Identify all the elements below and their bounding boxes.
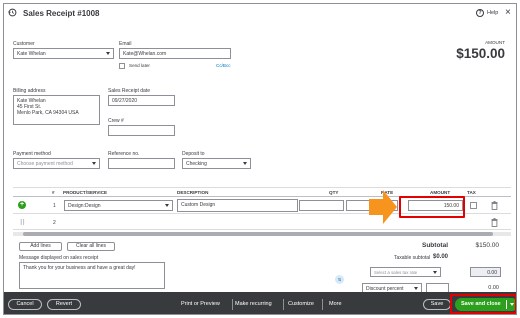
email-label: Email xyxy=(119,41,132,47)
crew-field[interactable] xyxy=(108,125,175,136)
qty-field[interactable] xyxy=(299,200,344,211)
row-number: 1 xyxy=(53,203,56,209)
description-cell[interactable] xyxy=(177,218,298,227)
customer-select[interactable]: Kate Whelan xyxy=(13,48,114,59)
help-icon[interactable]: ? xyxy=(476,9,484,17)
add-row-icon[interactable]: + xyxy=(18,201,26,209)
col-num: # xyxy=(52,190,55,195)
save-button[interactable]: Save xyxy=(423,299,451,310)
footer-bar: Cancel Revert Print or Preview Make recu… xyxy=(4,292,516,314)
add-lines-button[interactable]: Add lines xyxy=(19,242,62,251)
chevron-down-icon xyxy=(165,204,169,207)
footer-divider xyxy=(232,299,233,310)
make-recurring-button[interactable]: Make recurring xyxy=(235,301,272,307)
deposit-value: Checking xyxy=(186,161,207,167)
receipt-date-field[interactable]: 09/27/2020 xyxy=(108,95,175,106)
orange-arrow-icon xyxy=(369,190,397,224)
message-label: Message displayed on sales receipt xyxy=(19,255,99,261)
row-number: 2 xyxy=(53,220,56,226)
chevron-down-icon xyxy=(414,287,418,290)
chevron-down-icon xyxy=(106,52,110,55)
chevron-down-icon xyxy=(92,162,96,165)
receipt-date-label: Sales Receipt date xyxy=(108,88,150,94)
description-value: Custom Design xyxy=(181,202,216,208)
receipt-date-value: 09/27/2020 xyxy=(112,98,138,104)
cancel-button[interactable]: Cancel xyxy=(8,299,42,310)
product-select[interactable]: Design:Design xyxy=(64,200,173,211)
chevron-down-icon xyxy=(243,162,247,165)
taxable-subtotal-label: Taxable subtotal xyxy=(394,255,431,261)
billing-line-3: Menlo Park, CA 94304 USA xyxy=(17,110,79,116)
col-qty: QTY xyxy=(329,190,339,195)
drag-handle-icon[interactable] xyxy=(20,219,25,225)
product-cell[interactable] xyxy=(64,218,173,227)
deposit-select[interactable]: Checking xyxy=(182,158,251,169)
payment-method-label: Payment method xyxy=(13,151,51,157)
message-value: Thank you for your business and have a g… xyxy=(23,265,136,271)
deposit-label: Deposit to xyxy=(182,151,205,157)
amount-label: AMOUNT xyxy=(485,40,505,45)
send-later-checkbox[interactable] xyxy=(119,63,125,69)
col-amount: AMOUNT xyxy=(430,190,451,195)
save-close-highlight xyxy=(450,294,516,314)
print-preview-button[interactable]: Print or Preview xyxy=(181,301,220,307)
clear-all-lines-button[interactable]: Clear all lines xyxy=(67,242,115,251)
col-product: PRODUCT/SERVICE xyxy=(63,190,108,195)
help-link[interactable]: Help xyxy=(487,10,498,16)
tax-amount-field[interactable]: 0.00 xyxy=(470,267,501,277)
billing-address-label: Billing address xyxy=(13,88,46,94)
amount-total: $150.00 xyxy=(456,46,505,61)
scrollbar-thumb[interactable] xyxy=(23,232,493,236)
revert-button[interactable]: Revert xyxy=(47,299,81,310)
amount-cell[interactable] xyxy=(408,218,463,227)
email-field[interactable]: Kate@Whelan.com xyxy=(119,48,231,59)
tax-rate-select[interactable]: Select a sales tax rate xyxy=(370,267,441,277)
page-title: Sales Receipt #1008 xyxy=(23,9,100,18)
product-value: Design:Design xyxy=(68,203,101,209)
close-icon[interactable]: × xyxy=(505,7,511,18)
payment-method-placeholder: Choose payment method xyxy=(17,161,73,167)
col-tax: TAX xyxy=(467,190,476,195)
crew-label: Crew # xyxy=(108,118,124,124)
trash-icon[interactable] xyxy=(491,201,498,210)
table-scrollbar[interactable] xyxy=(13,232,511,236)
taxable-subtotal-value: $0.00 xyxy=(433,254,449,260)
customize-button[interactable]: Customize xyxy=(288,301,314,307)
reference-field[interactable] xyxy=(108,158,175,169)
footer-divider xyxy=(283,299,284,310)
footer-divider xyxy=(322,299,323,310)
reference-label: Reference no. xyxy=(108,151,140,157)
sync-icon[interactable]: ⇅ xyxy=(335,275,344,284)
discount-value: 0.00 xyxy=(488,285,499,291)
history-icon[interactable] xyxy=(8,8,17,17)
billing-address-field[interactable]: Kate Whelan 45 First St. Menlo Park, CA … xyxy=(13,95,100,125)
subtotal-value: $150.00 xyxy=(475,242,500,249)
message-field[interactable]: Thank you for your business and have a g… xyxy=(19,262,165,289)
qty-cell[interactable] xyxy=(299,218,344,227)
payment-method-select[interactable]: Choose payment method xyxy=(13,158,100,169)
tax-rate-placeholder: Select a sales tax rate xyxy=(374,270,418,275)
sales-receipt-window: Sales Receipt #1008 ? Help × Customer Ka… xyxy=(3,3,517,315)
tax-checkbox[interactable] xyxy=(470,202,477,209)
trash-icon[interactable] xyxy=(491,218,498,227)
cc-bcc-link[interactable]: Cc/Bcc xyxy=(216,63,231,68)
customer-value: Kate Whelan xyxy=(17,51,46,57)
send-later-label: Send later xyxy=(129,63,150,68)
amount-highlight xyxy=(399,196,465,218)
chevron-down-icon xyxy=(433,271,437,274)
more-button[interactable]: More xyxy=(329,301,342,307)
customer-label: Customer xyxy=(13,41,35,47)
email-value: Kate@Whelan.com xyxy=(123,51,167,57)
col-description: DESCRIPTION xyxy=(177,190,209,195)
tax-amount-value: 0.00 xyxy=(487,270,497,276)
description-field[interactable]: Custom Design xyxy=(177,199,298,212)
subtotal-label: Subtotal xyxy=(422,242,448,249)
